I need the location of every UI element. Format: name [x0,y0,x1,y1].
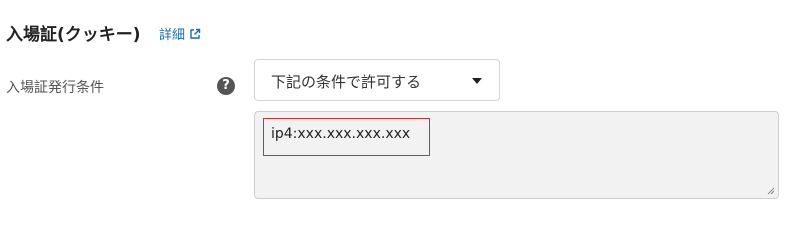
condition-select-value: 下記の条件で許可する [271,73,422,91]
external-link-icon [190,28,201,39]
condition-textarea[interactable]: ip4:xxx.xxx.xxx.xxx [254,111,779,199]
section-title: 入場証(クッキー) [6,25,141,45]
detail-link-label: 詳細 [159,28,186,43]
condition-textarea-value: ip4:xxx.xxx.xxx.xxx [271,126,411,142]
detail-link[interactable]: 詳細 [159,24,201,43]
condition-select[interactable]: 下記の条件で許可する [254,59,500,101]
resize-handle-icon[interactable] [765,185,775,195]
question-circle-icon[interactable]: ? [217,77,235,95]
caret-down-icon [472,78,482,84]
condition-label: 入場証発行条件 [6,80,104,96]
